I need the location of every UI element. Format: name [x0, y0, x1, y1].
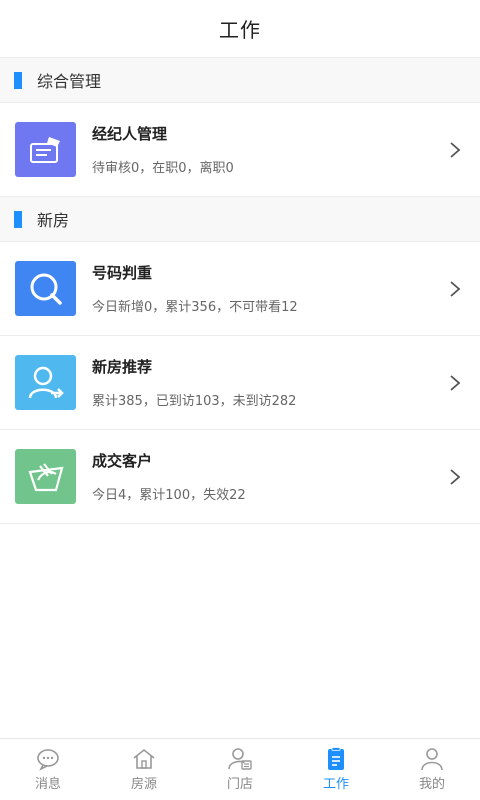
chevron-right-icon	[450, 141, 461, 158]
row-title: 号码判重	[92, 264, 153, 282]
section-marker	[14, 210, 22, 228]
nav-label: 工作	[322, 777, 349, 792]
nav-item-listings[interactable]: 房源	[96, 739, 192, 800]
row-title: 经纪人管理	[92, 125, 168, 143]
row-title: 成交客户	[92, 452, 153, 470]
row-text: 经纪人管理 待审核0，在职0，离职0	[92, 123, 448, 176]
nav-label: 房源	[130, 777, 157, 792]
bottom-nav: 消息 房源 门店 工作 我的	[0, 738, 480, 800]
house-icon	[133, 748, 155, 769]
app-root: 工作 综合管理 经纪人管理 待审核0，在职0，离职0 新房 号码判重 今日新增0…	[0, 0, 480, 800]
chevron-right-icon	[450, 280, 461, 297]
section-title: 综合管理	[37, 72, 102, 91]
list-item-new-house-recommend[interactable]: 新房推荐 累计385，已到访103，未到访282	[0, 336, 480, 430]
user-arrow-icon	[15, 355, 76, 410]
list-item-closed-customers[interactable]: 成交客户 今日4，累计100，失效22	[0, 430, 480, 524]
nav-item-store[interactable]: 门店	[192, 739, 288, 800]
row-subtitle: 今日新增0，累计356，不可带看12	[92, 300, 298, 315]
row-subtitle: 待审核0，在职0，离职0	[92, 161, 234, 176]
section-heading-management: 综合管理	[0, 58, 480, 103]
row-text: 成交客户 今日4，累计100，失效22	[92, 450, 448, 503]
work-icon	[328, 747, 344, 770]
list-item-number-dedup[interactable]: 号码判重 今日新增0，累计356，不可带看12	[0, 242, 480, 336]
section-heading-new-house: 新房	[0, 197, 480, 242]
store-icon	[228, 748, 252, 770]
section-marker	[14, 71, 22, 89]
row-subtitle: 今日4，累计100，失效22	[92, 488, 246, 503]
row-text: 号码判重 今日新增0，累计356，不可带看12	[92, 262, 448, 315]
chevron-right-icon	[450, 468, 461, 485]
row-title: 新房推荐	[92, 358, 153, 376]
handshake-icon	[15, 449, 76, 504]
nav-item-work[interactable]: 工作	[288, 739, 384, 800]
row-subtitle: 累计385，已到访103，未到访282	[92, 394, 297, 409]
section-title: 新房	[37, 211, 70, 230]
page-title: 工作	[219, 18, 261, 42]
agent-card-icon	[15, 122, 76, 177]
list-item-agent-management[interactable]: 经纪人管理 待审核0，在职0，离职0	[0, 103, 480, 197]
nav-label: 门店	[226, 777, 253, 792]
nav-label: 消息	[34, 777, 61, 792]
header: 工作	[0, 0, 480, 58]
nav-item-profile[interactable]: 我的	[384, 739, 480, 800]
search-icon	[15, 261, 76, 316]
nav-item-messages[interactable]: 消息	[0, 739, 96, 800]
profile-icon	[421, 748, 443, 771]
chevron-right-icon	[450, 374, 461, 391]
nav-label: 我的	[418, 777, 445, 792]
row-text: 新房推荐 累计385，已到访103，未到访282	[92, 356, 448, 409]
message-icon	[37, 749, 59, 771]
